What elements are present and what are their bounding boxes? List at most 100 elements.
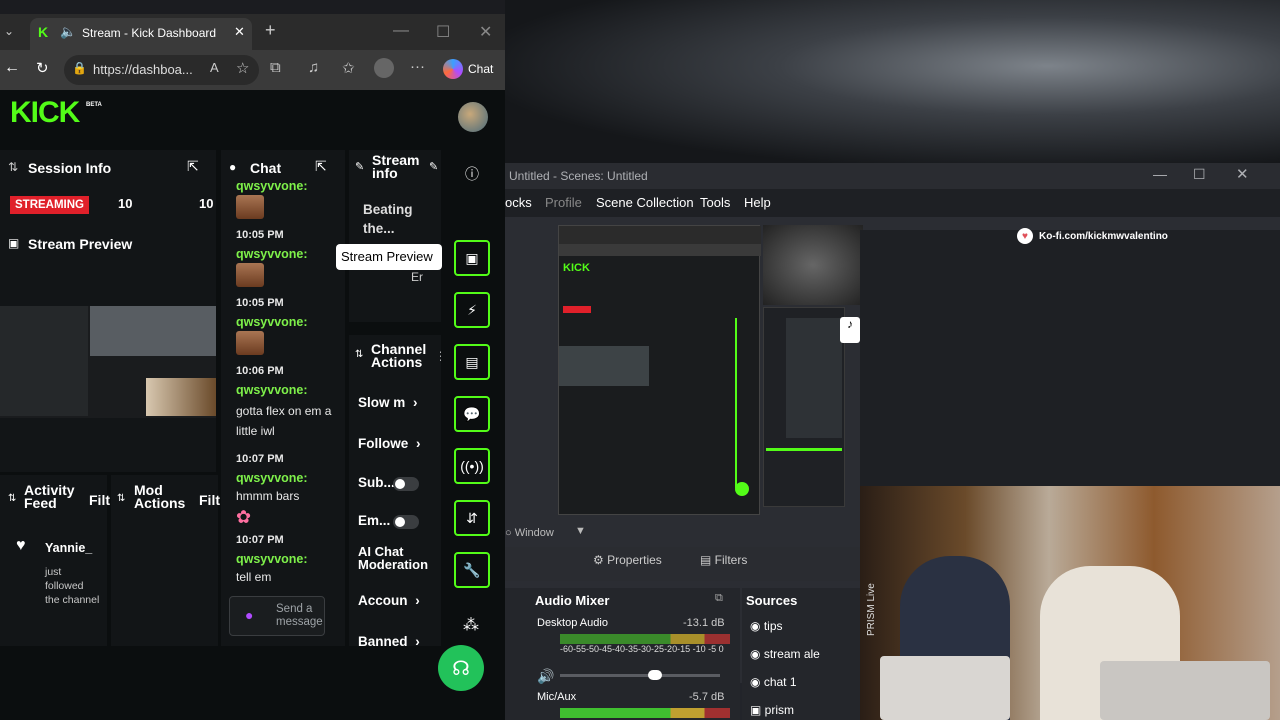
properties-button[interactable]: ⚙ Properties — [593, 553, 662, 567]
menu-help[interactable]: Help — [744, 195, 771, 210]
tab-close-icon[interactable]: ✕ — [234, 24, 245, 40]
emote — [236, 331, 264, 355]
followers-only-action[interactable]: Followe › — [358, 436, 421, 451]
broadcast-button[interactable]: ((•)) — [454, 448, 490, 484]
favorites-icon[interactable]: ✩ — [342, 59, 355, 77]
browser-window: ⌄ K 🔈 Stream - Kick Dashboard ✕ + — ☐ ✕ … — [0, 14, 505, 720]
new-tab-icon[interactable]: + — [265, 20, 276, 41]
filters-button[interactable]: ▤ Filters — [700, 553, 747, 567]
follower-name[interactable]: Yannie_ — [45, 541, 92, 555]
chevron-down-icon[interactable]: ⌄ — [4, 24, 14, 38]
more-menu-icon[interactable]: ··· — [410, 58, 425, 75]
address-bar-row: ← ↻ 🔒 https://dashboa... A ☆ ⧉ ♫ ✩ ··· C… — [0, 50, 505, 90]
desktop-audio-meter — [560, 634, 730, 644]
dock-float-icon[interactable]: ⧉ — [715, 592, 723, 605]
chat-button[interactable]: Chat — [468, 62, 493, 76]
chat-user[interactable]: qwsyvvone: — [236, 247, 342, 261]
notes-button[interactable]: ▤ — [454, 344, 490, 380]
kofi-banner: ♥ Ko-fi.com/kickmwvalentino — [1017, 227, 1168, 245]
layout-button[interactable]: ⇵ — [454, 500, 490, 536]
activity-feed-panel: ⇅ Activity Feed Filt ♥ Yannie_ just foll… — [0, 475, 110, 646]
chat-user[interactable]: qwsyvvone: — [236, 315, 342, 329]
audio-mixer-dock: Audio Mixer ⧉ Desktop Audio -13.1 dB -60… — [505, 588, 740, 720]
drag-handle-icon[interactable]: ⇅ — [117, 493, 125, 504]
chat-user[interactable]: qwsyvvone: — [236, 471, 342, 485]
minimize-icon[interactable]: — — [393, 22, 409, 40]
menu-profile[interactable]: Profile — [545, 195, 582, 210]
drag-handle-icon[interactable]: ⇅ — [8, 493, 16, 504]
mini-addrbar — [559, 244, 761, 256]
favorite-star-icon[interactable]: ☆ — [236, 59, 249, 77]
emote-only-toggle[interactable] — [393, 515, 419, 529]
mini-streaming-badge — [563, 306, 591, 313]
maximize-icon[interactable]: ☐ — [436, 22, 450, 42]
followers-label: Followe — [358, 436, 409, 451]
connections-icon[interactable]: ⁂ — [463, 615, 479, 635]
source-item-stream-alerts[interactable]: ◉ stream ale — [750, 647, 820, 661]
kick-dashboard: KICK BETA ⇅ Session Info ⇱ STREAMING 10 … — [0, 90, 505, 720]
speaker-icon[interactable]: 🔊 — [537, 668, 554, 685]
mod-filter[interactable]: Filt — [199, 492, 220, 508]
copilot-icon[interactable] — [443, 59, 463, 79]
close-icon[interactable]: ✕ — [479, 22, 492, 42]
laptop-right — [1100, 661, 1270, 720]
user-avatar[interactable] — [458, 102, 488, 132]
window-label: ○ Window — [505, 527, 554, 539]
audio-icon[interactable]: 🔈 — [60, 24, 76, 40]
chat-user[interactable]: qwsyvvone: — [236, 552, 342, 566]
chevron-down-icon[interactable]: ▼ — [575, 525, 586, 537]
stream-preview-video[interactable] — [0, 306, 216, 418]
support-headset-button[interactable]: ☊ — [438, 645, 484, 691]
extensions-icon[interactable]: ⧉ — [270, 59, 281, 76]
mod-actions-title: Mod Actions — [134, 482, 186, 511]
preview-webcam-region — [146, 378, 216, 416]
chat-time: 10:06 PM — [236, 365, 284, 377]
more-options-icon[interactable]: ⋮ — [435, 349, 441, 363]
read-aloud-icon[interactable]: A — [210, 60, 219, 75]
refresh-icon[interactable]: ↻ — [36, 59, 49, 77]
chat-toggle-button[interactable]: 💬 — [454, 396, 490, 432]
laptop-left — [880, 656, 1010, 720]
banned-label: Banned — [358, 634, 408, 646]
slow-mode-action[interactable]: Slow m › — [358, 395, 418, 410]
info-icon[interactable]: ⓘ — [465, 164, 479, 184]
banned-action[interactable]: Banned › — [358, 634, 420, 646]
volume-slider-handle[interactable] — [648, 670, 662, 680]
url-field[interactable]: 🔒 https://dashboa... — [64, 55, 259, 85]
account-age-action[interactable]: Accoun › — [358, 593, 420, 608]
popout-icon[interactable]: ⇱ — [315, 158, 327, 175]
microphone-icon[interactable]: ● — [245, 607, 253, 623]
meter-scale: -60-55-50-45-40-35-30-25-20-15 -10 -5 0 — [560, 644, 724, 654]
desktop-volume-slider[interactable] — [560, 670, 720, 680]
subscribers-toggle[interactable] — [393, 477, 419, 491]
menu-tools[interactable]: Tools — [700, 195, 730, 210]
stream-preview-toggle[interactable]: ▣ — [454, 240, 490, 276]
session-info-title: Session Info — [28, 160, 112, 176]
pencil-icon[interactable]: ✎ — [429, 160, 438, 173]
session-stat-1: 10 — [118, 196, 133, 211]
drag-handle-icon[interactable]: ⇅ — [355, 349, 363, 360]
source-item-chat[interactable]: ◉ chat 1 — [750, 675, 797, 689]
close-icon[interactable]: ✕ — [1236, 165, 1249, 183]
kick-logo[interactable]: KICK — [10, 96, 80, 130]
back-icon[interactable]: ← — [4, 59, 20, 77]
chat-input[interactable]: ● Send a message — [229, 596, 325, 636]
activity-filter[interactable]: Filt — [89, 492, 110, 508]
maximize-icon[interactable]: ☐ — [1193, 166, 1206, 183]
quick-actions-button[interactable]: ⚡ — [454, 292, 490, 328]
profile-avatar[interactable] — [374, 58, 394, 78]
chat-user[interactable]: qwsyvvone: — [236, 179, 342, 193]
menu-scene-collection[interactable]: Scene Collection — [596, 195, 694, 210]
kofi-icon: ♥ — [1017, 228, 1033, 244]
chat-user[interactable]: qwsyvvone: — [236, 383, 342, 397]
settings-button[interactable]: 🔧 — [454, 552, 490, 588]
menu-docks[interactable]: ocks — [505, 195, 532, 210]
source-item-prism[interactable]: ▣ prism — [750, 703, 794, 717]
browser-tab[interactable]: K 🔈 Stream - Kick Dashboard ✕ — [30, 18, 252, 50]
minimize-icon[interactable]: — — [1153, 166, 1167, 182]
prism-watermark: PRISM Live — [866, 583, 877, 636]
ai-moderation-action[interactable]: AI Chat Moderation — [358, 545, 438, 571]
split-screen-icon[interactable]: ♫ — [308, 59, 319, 76]
popout-icon[interactable]: ⇱ — [187, 158, 199, 175]
source-item-tips[interactable]: ◉ tips — [750, 619, 783, 633]
